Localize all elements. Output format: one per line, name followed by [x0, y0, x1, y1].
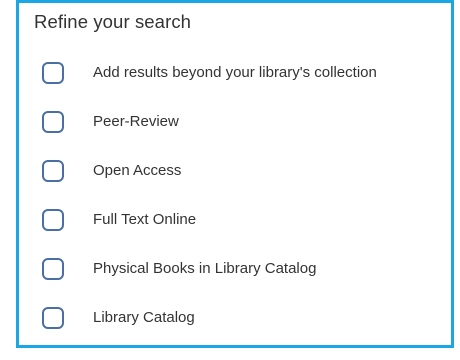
filter-option-peer-review[interactable]: Peer-Review — [19, 108, 451, 157]
filter-option-full-text-online[interactable]: Full Text Online — [19, 206, 451, 255]
filter-option-beyond-collection[interactable]: Add results beyond your library's collec… — [19, 59, 451, 108]
filter-option-library-catalog[interactable]: Library Catalog — [19, 304, 451, 353]
filter-option-label: Full Text Online — [93, 211, 197, 228]
panel-title: Refine your search — [34, 11, 192, 32]
checkbox[interactable] — [42, 258, 64, 280]
refine-search-panel: Refine your search Add results beyond yo… — [16, 0, 454, 348]
checkbox[interactable] — [42, 209, 64, 231]
filter-option-label: Add results beyond your library's collec… — [93, 64, 377, 81]
checkbox[interactable] — [42, 111, 64, 133]
filter-option-label: Peer-Review — [93, 113, 179, 130]
checkbox[interactable] — [42, 62, 64, 84]
checkbox[interactable] — [42, 160, 64, 182]
checkbox[interactable] — [42, 307, 64, 329]
filter-options-list: Add results beyond your library's collec… — [19, 59, 451, 353]
filter-option-label: Open Access — [93, 162, 182, 179]
filter-option-label: Library Catalog — [93, 309, 195, 326]
filter-option-open-access[interactable]: Open Access — [19, 157, 451, 206]
filter-option-label: Physical Books in Library Catalog — [93, 260, 317, 277]
filter-option-physical-books[interactable]: Physical Books in Library Catalog — [19, 255, 451, 304]
